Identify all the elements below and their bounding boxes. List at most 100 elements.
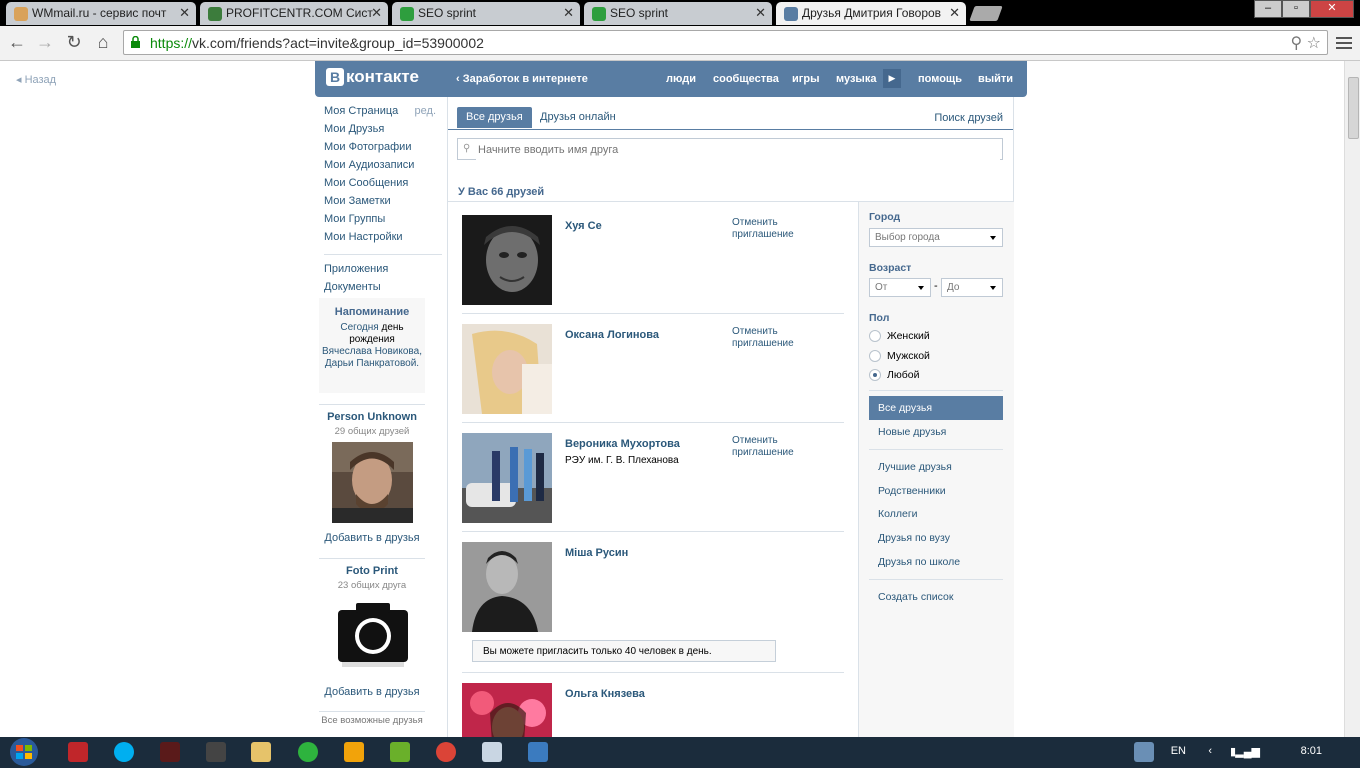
browser-tab-profitcentr[interactable]: PROFITCENTR.COM Сист ✕: [200, 2, 388, 25]
left-nav-my-notes[interactable]: Мои Заметки: [324, 195, 442, 213]
cancel-invitation-link[interactable]: Отменить приглашение: [732, 435, 832, 459]
list-all-friends[interactable]: Все друзья: [869, 396, 1003, 420]
signal-icon[interactable]: ▂▄▆: [1235, 745, 1260, 758]
address-bar[interactable]: https://vk.com/friends?act=invite&group_…: [123, 30, 1328, 55]
gender-any-radio[interactable]: Любой: [869, 369, 919, 382]
left-nav-my-messages[interactable]: Мои Сообщения: [324, 177, 442, 195]
chevron-left-icon[interactable]: ‹: [1208, 745, 1212, 757]
nav-logout[interactable]: выйти: [978, 73, 1013, 85]
tab-all-friends[interactable]: Все друзья: [457, 107, 532, 128]
windows-start-icon[interactable]: [4, 737, 44, 768]
browser-tab-vk-friends[interactable]: Друзья Дмитрия Говоров ✕: [776, 2, 966, 25]
age-from-select[interactable]: От: [869, 278, 931, 297]
download-icon[interactable]: [390, 742, 410, 762]
cancel-invitation-link[interactable]: Отменить приглашение: [732, 217, 832, 241]
close-icon[interactable]: ✕: [179, 5, 190, 21]
clock[interactable]: 8:01: [1301, 745, 1322, 757]
nav-people[interactable]: люди: [666, 73, 696, 85]
left-nav-my-page[interactable]: Моя Страница ред.: [324, 105, 442, 123]
play-icon[interactable]: ▶: [883, 69, 901, 88]
list-colleagues[interactable]: Коллеги: [869, 502, 1003, 526]
media-player-icon[interactable]: [344, 742, 364, 762]
left-nav-documents[interactable]: Документы: [324, 281, 442, 299]
nav-music[interactable]: музыка: [836, 73, 876, 85]
create-list-link[interactable]: Создать список: [869, 585, 1003, 609]
vk-logo[interactable]: Вконтакте: [326, 67, 419, 87]
close-icon[interactable]: ✕: [371, 5, 382, 21]
suggestion-name[interactable]: Foto Print: [319, 565, 425, 577]
zoom-icon[interactable]: ⚲: [1290, 35, 1302, 52]
chrome-icon[interactable]: [436, 742, 456, 762]
suggestion-avatar[interactable]: [331, 442, 413, 523]
back-link[interactable]: ◂ Назад: [16, 73, 56, 86]
left-nav-apps[interactable]: Приложения: [324, 263, 442, 281]
new-tab-button[interactable]: [969, 6, 1003, 21]
game-icon[interactable]: [206, 742, 226, 762]
tab-friends-online[interactable]: Друзья онлайн: [531, 107, 625, 128]
forward-arrow-icon[interactable]: →: [34, 31, 56, 53]
age-to-select[interactable]: До: [941, 278, 1003, 297]
friend-photo[interactable]: [462, 215, 552, 305]
add-friend-link[interactable]: Добавить в друзья: [319, 532, 425, 544]
scrollbar-thumb[interactable]: [1348, 77, 1359, 139]
language-indicator[interactable]: EN: [1171, 745, 1186, 757]
close-icon[interactable]: ✕: [563, 5, 574, 21]
left-nav-my-friends[interactable]: Мои Друзья: [324, 123, 442, 141]
cancel-invitation-link[interactable]: Отменить приглашение: [732, 326, 832, 350]
left-nav-my-groups[interactable]: Мои Группы: [324, 213, 442, 231]
app-icon[interactable]: [160, 742, 180, 762]
friend-name[interactable]: Ольга Князева: [565, 688, 645, 700]
keyboard-icon[interactable]: [528, 742, 548, 762]
page-scrollbar[interactable]: [1344, 61, 1360, 737]
left-nav-my-settings[interactable]: Мои Настройки: [324, 231, 442, 249]
camera-icon[interactable]: [331, 596, 413, 677]
edit-link[interactable]: ред.: [415, 105, 436, 117]
friend-name[interactable]: Міша Русин: [565, 547, 628, 559]
back-arrow-icon[interactable]: ←: [6, 31, 28, 53]
friend-name[interactable]: Хуя Се: [565, 220, 602, 232]
gender-male-radio[interactable]: Мужской: [869, 350, 930, 363]
chrome-menu-icon[interactable]: [1336, 34, 1352, 50]
list-new-friends[interactable]: Новые друзья: [869, 420, 1003, 444]
nav-games[interactable]: игры: [792, 73, 819, 85]
maximize-icon[interactable]: ▫: [1282, 0, 1310, 18]
bookmark-star-icon[interactable]: ☆: [1307, 35, 1321, 52]
home-icon[interactable]: ⌂: [92, 31, 114, 53]
browser-tab-seosprint-2[interactable]: SEO sprint ✕: [584, 2, 772, 25]
friend-photo[interactable]: [462, 683, 552, 737]
browser-tab-seosprint-1[interactable]: SEO sprint ✕: [392, 2, 580, 25]
keyboard-tray-icon[interactable]: [1134, 742, 1154, 762]
friend-photo[interactable]: [462, 542, 552, 632]
reload-icon[interactable]: ↻: [63, 31, 85, 53]
close-icon[interactable]: ✕: [949, 5, 960, 21]
find-friends-link[interactable]: Поиск друзей: [934, 112, 1003, 124]
close-icon[interactable]: ✕: [755, 5, 766, 21]
list-school-friends[interactable]: Друзья по школе: [869, 550, 1003, 574]
skype-icon[interactable]: [114, 742, 134, 762]
friend-name[interactable]: Вероника Мухортова: [565, 438, 680, 450]
breadcrumb-group[interactable]: ‹ Заработок в интернете: [456, 73, 588, 85]
network-icon[interactable]: [298, 742, 318, 762]
minimize-icon[interactable]: –: [1254, 0, 1282, 18]
friend-search-input[interactable]: [476, 140, 1000, 160]
list-university-friends[interactable]: Друзья по вузу: [869, 526, 1003, 550]
add-friend-link[interactable]: Добавить в друзья: [319, 686, 425, 698]
friend-photo[interactable]: [462, 324, 552, 414]
left-nav-my-photos[interactable]: Мои Фотографии: [324, 141, 442, 159]
folder-icon[interactable]: [251, 742, 271, 762]
reminder-today-link[interactable]: Сегодня: [340, 322, 378, 333]
gender-female-radio[interactable]: Женский: [869, 330, 930, 343]
browser-tab-wmmail[interactable]: WMmail.ru - сервис почт ✕: [6, 2, 196, 25]
friend-name[interactable]: Оксана Логинова: [565, 329, 659, 341]
pokerstars-icon[interactable]: [68, 742, 88, 762]
nav-help[interactable]: помощь: [918, 73, 962, 85]
all-possible-friends-link[interactable]: Все возможные друзья: [319, 715, 425, 726]
suggestion-name[interactable]: Person Unknown: [319, 411, 425, 423]
list-best-friends[interactable]: Лучшие друзья: [869, 455, 1003, 479]
city-select[interactable]: Выбор города: [869, 228, 1003, 247]
reminder-names-link[interactable]: Вячеслава Новикова, Дарьи Панкратовой.: [322, 346, 422, 369]
left-nav-my-audio[interactable]: Мои Аудиозаписи: [324, 159, 442, 177]
list-relatives[interactable]: Родственники: [869, 479, 1003, 503]
nav-communities[interactable]: сообщества: [713, 73, 779, 85]
friend-photo[interactable]: [462, 433, 552, 523]
